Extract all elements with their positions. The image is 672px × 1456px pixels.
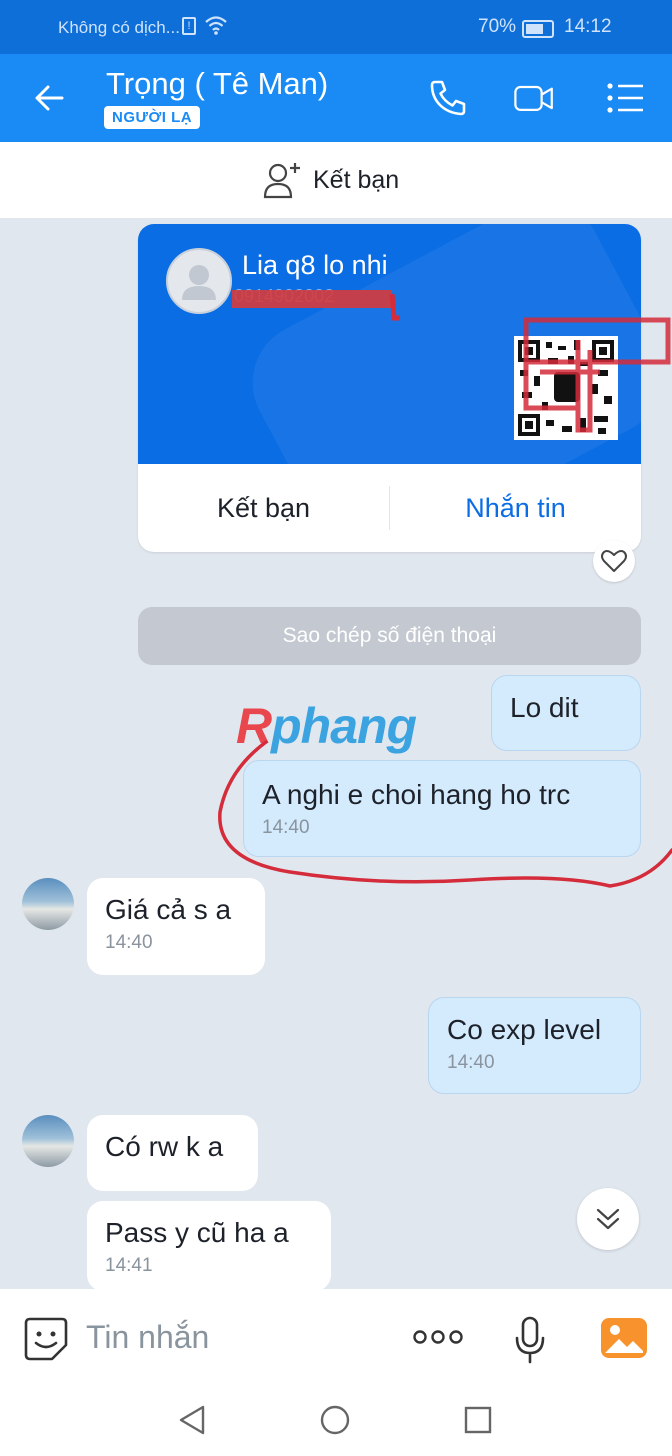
card-message-button[interactable]: Nhắn tin (390, 464, 641, 552)
qr-code-icon[interactable] (514, 336, 618, 440)
card-add-friend-button[interactable]: Kết bạn (138, 464, 389, 552)
message-text: Có rw k a (105, 1131, 224, 1162)
clock: 14:12 (564, 16, 612, 37)
message-text: Giá cả s a (105, 894, 232, 925)
message-bubble-received[interactable]: Có rw k a (87, 1115, 258, 1191)
message-input-bar: Tin nhắn (0, 1289, 672, 1385)
message-text: Lo dit (510, 692, 579, 723)
message-text: Co exp level (447, 1014, 602, 1045)
sticker-icon[interactable] (22, 1315, 70, 1363)
message-time: 14:40 (105, 932, 153, 953)
watermark-logo: Rphang (236, 698, 417, 754)
message-bubble-sent[interactable]: Co exp level 14:40 (428, 997, 641, 1094)
message-bubble-sent[interactable]: Lo dit (491, 675, 641, 751)
phone-icon[interactable] (426, 76, 470, 120)
message-time: 14:41 (105, 1255, 153, 1276)
microphone-icon[interactable] (512, 1315, 548, 1365)
contact-card-header: Lia q8 lo nhi 0914902002 (138, 224, 641, 464)
card-avatar (166, 248, 232, 314)
scroll-to-bottom-button[interactable] (577, 1188, 639, 1250)
battery-icon (522, 20, 554, 38)
message-bubble-received[interactable]: Giá cả s a 14:40 (87, 878, 265, 975)
sender-avatar[interactable] (22, 878, 74, 930)
sim-icon: ! (182, 17, 196, 35)
back-arrow-icon[interactable] (30, 78, 70, 118)
message-text: A nghi e choi hang ho trc (262, 779, 571, 810)
status-bar: Không có dịch... ! 70% 14:12 (0, 0, 672, 54)
message-time: 14:40 (447, 1052, 495, 1073)
nav-recents-icon[interactable] (461, 1403, 495, 1437)
message-input[interactable]: Tin nhắn (86, 1319, 209, 1356)
image-gallery-icon[interactable] (599, 1315, 649, 1361)
heart-icon (601, 550, 627, 572)
heart-reaction-button[interactable] (593, 540, 635, 582)
wifi-icon (205, 16, 227, 35)
redaction-scribble (232, 290, 392, 308)
add-user-icon (263, 163, 300, 199)
message-text: Pass y cũ ha a (105, 1217, 289, 1248)
nav-back-icon[interactable] (175, 1403, 209, 1437)
stranger-badge: NGƯỜI LẠ (104, 106, 201, 129)
copy-phone-button[interactable]: Sao chép số điện thoại (138, 607, 641, 665)
sender-avatar[interactable] (22, 1115, 74, 1167)
more-options-icon[interactable] (412, 1329, 464, 1345)
chevron-double-down-icon (596, 1208, 620, 1230)
message-time: 14:40 (262, 817, 310, 838)
nav-home-icon[interactable] (318, 1403, 352, 1437)
message-bubble-sent[interactable]: A nghi e choi hang ho trc 14:40 (243, 760, 641, 857)
battery-percent: 70% (478, 16, 517, 37)
chat-header: Trọng ( Tê Man) NGƯỜI LẠ (0, 54, 672, 142)
video-call-icon[interactable] (512, 76, 556, 120)
add-friend-label: Kết bạn (313, 166, 400, 194)
contact-name[interactable]: Trọng ( Tê Man) (106, 66, 328, 102)
menu-list-icon[interactable] (603, 76, 647, 120)
card-contact-name: Lia q8 lo nhi (242, 250, 388, 280)
system-navigation-bar (0, 1385, 672, 1456)
message-bubble-received[interactable]: Pass y cũ ha a 14:41 (87, 1201, 331, 1291)
contact-card[interactable]: Lia q8 lo nhi 0914902002 Kết bạn Nhắn ti… (138, 224, 641, 552)
carrier-text: Không có dịch... (58, 18, 180, 37)
add-friend-bar[interactable]: Kết bạn (0, 142, 672, 218)
